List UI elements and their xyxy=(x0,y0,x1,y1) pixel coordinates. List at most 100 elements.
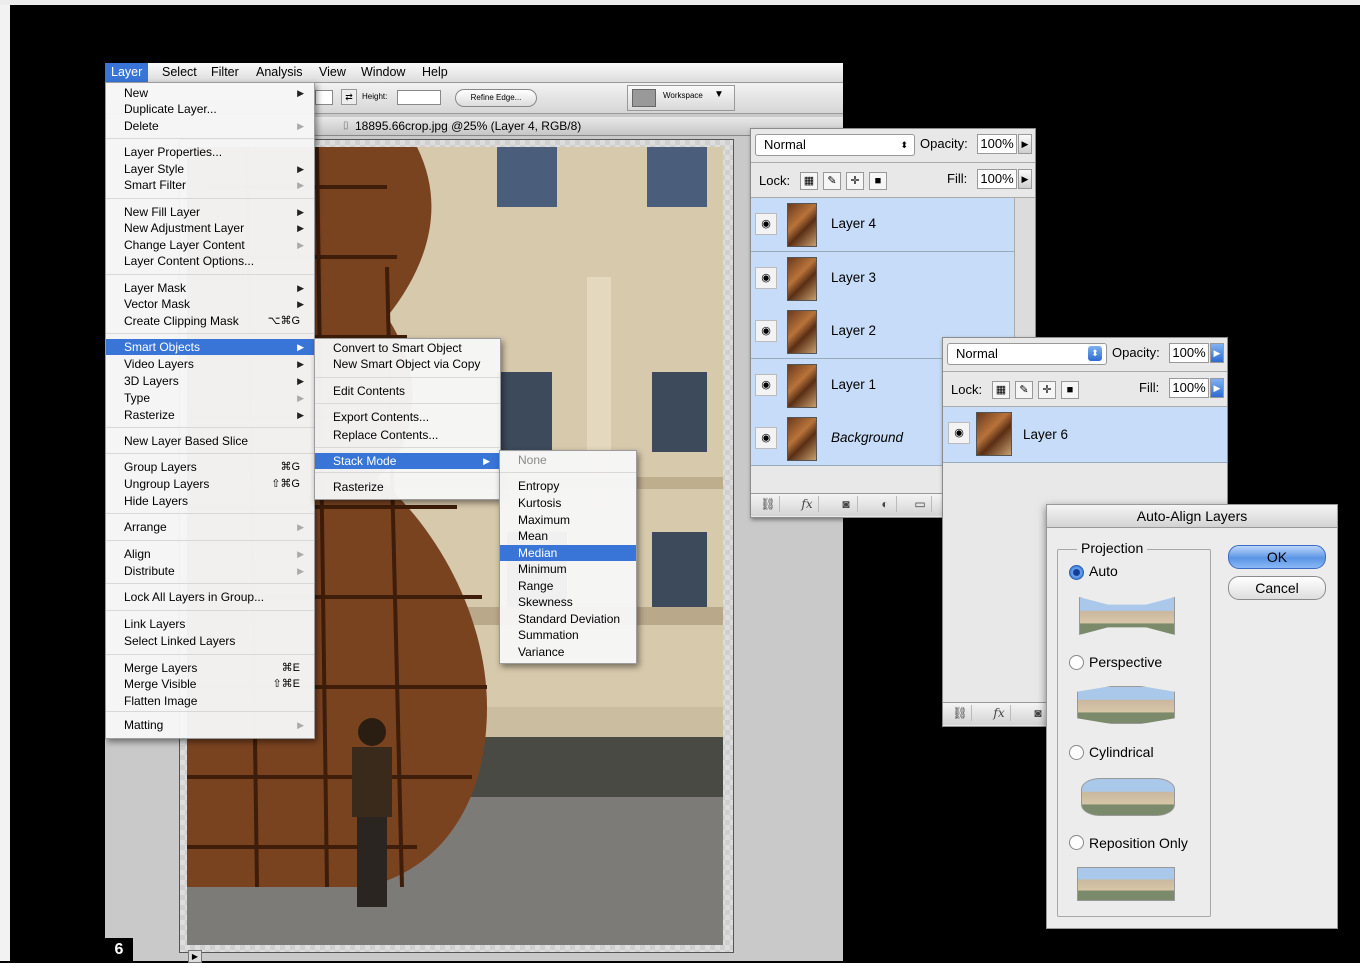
layer-menu-item-lock-all-layers-in-group[interactable]: Lock All Layers in Group... xyxy=(106,589,314,605)
opacity-field[interactable]: 100% xyxy=(977,134,1017,154)
lock-transparency-icon[interactable]: ▦ xyxy=(992,381,1010,399)
fill-field[interactable]: 100% xyxy=(1169,378,1209,398)
eye-icon[interactable]: ◉ xyxy=(755,373,777,396)
layer-menu-item-matting[interactable]: Matting ▶ xyxy=(106,717,314,733)
layer-menu-item-smart-objects[interactable]: Smart Objects ▶ xyxy=(106,339,314,355)
layer-menu-item-layer-properties[interactable]: Layer Properties... xyxy=(106,144,314,160)
layer-menu-item-create-clipping-mask[interactable]: Create Clipping Mask ⌥⌘G xyxy=(106,313,314,329)
layer-menu-item-type[interactable]: Type ▶ xyxy=(106,390,314,406)
blend-mode-select[interactable]: Normal ⬍ xyxy=(755,134,915,156)
layer-menu-item-video-layers[interactable]: Video Layers ▶ xyxy=(106,356,314,372)
layer-menu-item-distribute[interactable]: Distribute ▶ xyxy=(106,563,314,579)
stack-mode-item-mean[interactable]: Mean xyxy=(500,528,636,544)
layer-row[interactable]: ◉ Layer 4 xyxy=(751,198,1015,252)
layer-menu-item-arrange[interactable]: Arrange ▶ xyxy=(106,519,314,535)
layer-menu-item-merge-visible[interactable]: Merge Visible ⇧⌘E xyxy=(106,676,314,692)
lock-paint-icon[interactable]: ✎ xyxy=(1015,381,1033,399)
width-field[interactable] xyxy=(315,90,333,105)
layer-row[interactable]: ◉ Layer 6 xyxy=(943,407,1227,463)
layer-menu-item-smart-filter[interactable]: Smart Filter ▶ xyxy=(106,177,314,193)
menu-analysis[interactable]: Analysis xyxy=(256,65,303,79)
smart-objects-item-stack-mode[interactable]: Stack Mode ▶ xyxy=(315,453,500,469)
link-icon[interactable]: ⛓ xyxy=(757,496,780,512)
menu-view[interactable]: View xyxy=(319,65,346,79)
height-field[interactable] xyxy=(397,90,441,105)
stack-mode-item-entropy[interactable]: Entropy xyxy=(500,478,636,494)
stack-mode-item-summation[interactable]: Summation xyxy=(500,627,636,643)
smart-objects-item-export-contents[interactable]: Export Contents... xyxy=(315,409,500,425)
menu-select[interactable]: Select xyxy=(162,65,197,79)
eye-icon[interactable]: ◉ xyxy=(755,320,777,342)
layer-menu-item-layer-content-options[interactable]: Layer Content Options... xyxy=(106,253,314,269)
layer-menu-item-layer-mask[interactable]: Layer Mask ▶ xyxy=(106,280,314,296)
lock-transparency-icon[interactable]: ▦ xyxy=(800,172,818,190)
scroll-arrow-icon[interactable]: ▶ xyxy=(188,950,202,963)
radio-cylindrical[interactable] xyxy=(1069,745,1084,760)
smart-objects-item-replace-contents[interactable]: Replace Contents... xyxy=(315,427,500,443)
layer-menu-item-select-linked-layers[interactable]: Select Linked Layers xyxy=(106,633,314,649)
stack-mode-item-skewness[interactable]: Skewness xyxy=(500,594,636,610)
menu-window[interactable]: Window xyxy=(361,65,405,79)
workspace-button[interactable]: Workspace ▼ xyxy=(627,85,735,111)
stack-mode-item-maximum[interactable]: Maximum xyxy=(500,512,636,528)
stack-mode-item-minimum[interactable]: Minimum xyxy=(500,561,636,577)
fx-icon[interactable]: fx xyxy=(796,496,819,512)
eye-icon[interactable]: ◉ xyxy=(755,427,777,449)
menu-layer[interactable]: Layer xyxy=(105,63,149,82)
radio-reposition-only[interactable] xyxy=(1069,835,1084,850)
lock-paint-icon[interactable]: ✎ xyxy=(823,172,841,190)
stack-mode-item-median[interactable]: Median xyxy=(500,545,636,561)
layer-menu-item-3d-layers[interactable]: 3D Layers ▶ xyxy=(106,373,314,389)
adjustment-icon[interactable]: ◐ xyxy=(874,496,897,512)
layer-menu-item-link-layers[interactable]: Link Layers xyxy=(106,616,314,632)
smart-objects-item-new-smart-object-via-copy[interactable]: New Smart Object via Copy xyxy=(315,356,500,372)
menu-filter[interactable]: Filter xyxy=(211,65,239,79)
lock-all-icon[interactable]: ■ xyxy=(869,172,887,190)
layer-menu-item-new[interactable]: New ▶ xyxy=(106,85,314,101)
radio-auto[interactable] xyxy=(1069,565,1084,580)
opacity-arrow-icon[interactable]: ▶ xyxy=(1018,134,1032,154)
opacity-arrow-icon[interactable]: ▶ xyxy=(1210,343,1224,363)
refine-edge-button[interactable]: Refine Edge... xyxy=(455,89,537,107)
stack-mode-item-range[interactable]: Range xyxy=(500,578,636,594)
stack-mode-item-none[interactable]: None xyxy=(500,452,636,468)
layer-menu-item-vector-mask[interactable]: Vector Mask ▶ xyxy=(106,296,314,312)
layer-menu-item-hide-layers[interactable]: Hide Layers xyxy=(106,493,314,509)
fill-arrow-icon[interactable]: ▶ xyxy=(1210,378,1224,398)
layer-menu-item-layer-style[interactable]: Layer Style ▶ xyxy=(106,161,314,177)
layer-menu-item-rasterize[interactable]: Rasterize ▶ xyxy=(106,407,314,423)
cancel-button[interactable]: Cancel xyxy=(1228,576,1326,600)
eye-icon[interactable]: ◉ xyxy=(948,422,970,444)
layer-menu-item-align[interactable]: Align ▶ xyxy=(106,546,314,562)
layer-menu-item-new-fill-layer[interactable]: New Fill Layer ▶ xyxy=(106,204,314,220)
lock-all-icon[interactable]: ■ xyxy=(1061,381,1079,399)
lock-move-icon[interactable]: ✛ xyxy=(1038,381,1056,399)
layer-menu-item-ungroup-layers[interactable]: Ungroup Layers ⇧⌘G xyxy=(106,476,314,492)
eye-icon[interactable]: ◉ xyxy=(755,266,777,289)
smart-objects-item-edit-contents[interactable]: Edit Contents xyxy=(315,383,500,399)
radio-perspective[interactable] xyxy=(1069,655,1084,670)
fill-field[interactable]: 100% xyxy=(977,169,1017,189)
stack-mode-item-kurtosis[interactable]: Kurtosis xyxy=(500,495,636,511)
folder-icon[interactable]: ▭ xyxy=(909,496,932,512)
smart-objects-item-convert-to-smart-object[interactable]: Convert to Smart Object xyxy=(315,340,500,356)
layer-menu-item-change-layer-content[interactable]: Change Layer Content ▶ xyxy=(106,237,314,253)
layer-row[interactable]: ◉ Layer 3 xyxy=(751,251,1015,306)
eye-icon[interactable]: ◉ xyxy=(755,213,777,235)
blend-mode-select[interactable]: Normal ⬍ xyxy=(947,343,1107,365)
layer-menu-item-flatten-image[interactable]: Flatten Image xyxy=(106,693,314,709)
layer-menu-item-new-layer-based-slice[interactable]: New Layer Based Slice xyxy=(106,433,314,449)
ok-button[interactable]: OK xyxy=(1228,545,1326,569)
swap-icon[interactable]: ⇄ xyxy=(341,89,357,105)
menu-help[interactable]: Help xyxy=(422,65,448,79)
lock-move-icon[interactable]: ✛ xyxy=(846,172,864,190)
stack-mode-item-standard-deviation[interactable]: Standard Deviation xyxy=(500,611,636,627)
mask-icon[interactable]: ◙ xyxy=(835,496,858,512)
smart-objects-item-rasterize[interactable]: Rasterize xyxy=(315,479,500,495)
layer-menu-item-merge-layers[interactable]: Merge Layers ⌘E xyxy=(106,660,314,676)
layer-menu-item-group-layers[interactable]: Group Layers ⌘G xyxy=(106,459,314,475)
layer-menu-item-delete[interactable]: Delete ▶ xyxy=(106,118,314,134)
link-icon[interactable]: ⛓ xyxy=(949,705,972,721)
layer-menu-item-new-adjustment-layer[interactable]: New Adjustment Layer ▶ xyxy=(106,220,314,236)
stack-mode-item-variance[interactable]: Variance xyxy=(500,644,636,660)
